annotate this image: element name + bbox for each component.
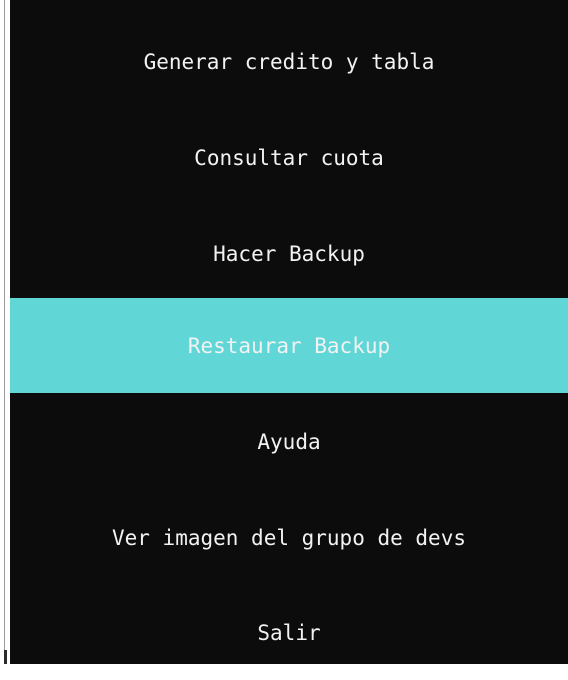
window-left-border (0, 0, 10, 664)
window-border-corner (4, 650, 7, 664)
menu-item-salir[interactable]: Salir (10, 585, 568, 680)
window-border-line (4, 0, 5, 664)
menu-item-generar-credito[interactable]: Generar credito y tabla (10, 14, 568, 109)
menu-item-ver-imagen-devs[interactable]: Ver imagen del grupo de devs (10, 490, 568, 585)
menu-item-ayuda[interactable]: Ayuda (10, 394, 568, 489)
menu-item-consultar-cuota[interactable]: Consultar cuota (10, 110, 568, 205)
menu-item-hacer-backup[interactable]: Hacer Backup (10, 206, 568, 301)
menu-item-restaurar-backup[interactable]: Restaurar Backup (10, 298, 568, 393)
console-menu: Generar credito y tabla Consultar cuota … (10, 0, 568, 664)
